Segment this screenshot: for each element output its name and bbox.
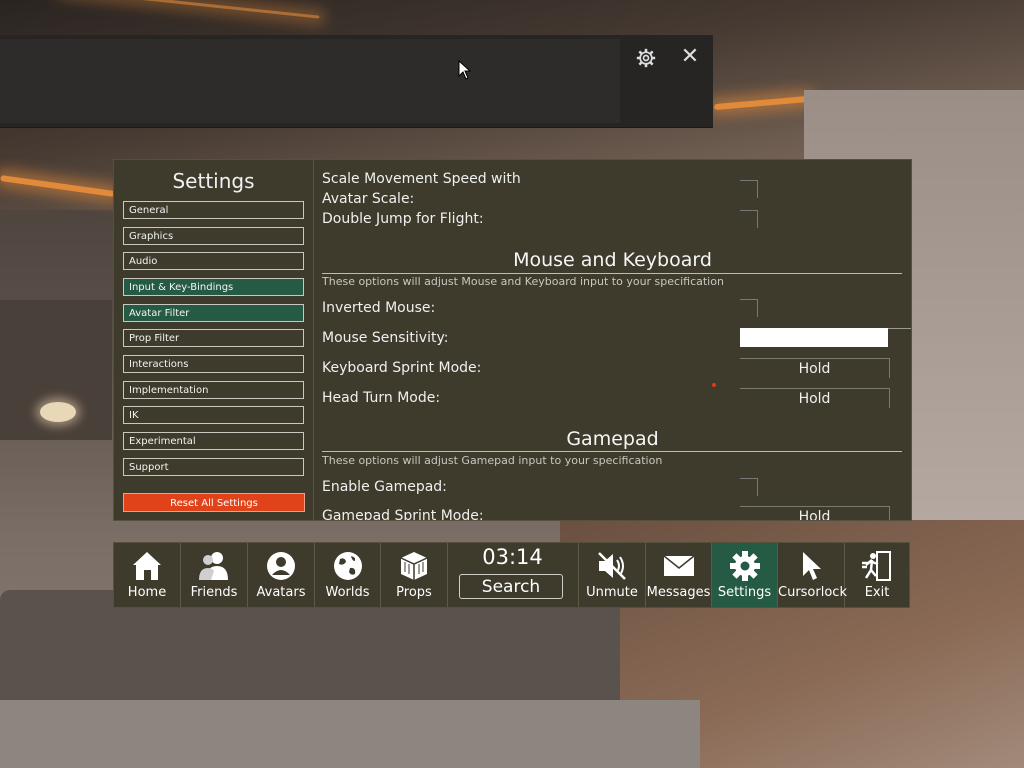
sidebar-item-prop-filter[interactable]: Prop Filter	[123, 329, 304, 347]
worlds-button[interactable]: Worlds	[315, 543, 381, 607]
envelope-icon	[663, 555, 694, 576]
enable-gamepad-checkbox[interactable]	[740, 478, 758, 496]
friends-button[interactable]: Friends	[181, 543, 248, 607]
settings-panel: Settings General Graphics Audio Input & …	[113, 159, 912, 521]
unmute-button[interactable]: Unmute	[579, 543, 646, 607]
scale-movement-label-2: Avatar Scale:	[322, 191, 415, 207]
section-divider	[322, 451, 902, 452]
section-divider	[322, 273, 902, 274]
avatar-icon	[267, 552, 295, 580]
messages-label: Messages	[646, 585, 711, 600]
exit-icon	[862, 551, 891, 581]
home-button[interactable]: Home	[114, 543, 181, 607]
sidebar-item-interactions[interactable]: Interactions	[123, 355, 304, 373]
sidebar-item-audio[interactable]: Audio	[123, 252, 304, 270]
gamepad-sprint-dropdown[interactable]: Hold	[740, 506, 890, 520]
cursorlock-button[interactable]: Cursorlock	[778, 543, 847, 607]
close-icon[interactable]: ✕	[680, 46, 700, 68]
settings-label: Settings	[717, 585, 772, 600]
head-turn-label: Head Turn Mode:	[322, 390, 441, 406]
gear-icon	[729, 551, 760, 581]
inverted-mouse-checkbox[interactable]	[740, 299, 758, 317]
mouse-keyboard-title: Mouse and Keyboard	[513, 249, 712, 271]
red-dot-marker	[712, 383, 716, 387]
gamepad-sprint-label: Gamepad Sprint Mode:	[322, 508, 484, 520]
friends-label: Friends	[190, 585, 238, 600]
sidebar-item-graphics[interactable]: Graphics	[123, 227, 304, 245]
sidebar-item-support[interactable]: Support	[123, 458, 304, 476]
sidebar-item-avatar-filter[interactable]: Avatar Filter	[123, 304, 304, 322]
top-window-bar	[0, 35, 713, 128]
unmute-label: Unmute	[586, 585, 638, 600]
sidebar-item-input[interactable]: Input & Key-Bindings	[123, 278, 304, 296]
home-icon	[133, 552, 161, 580]
sidebar-item-experimental[interactable]: Experimental	[123, 432, 304, 450]
settings-title: Settings	[172, 169, 255, 193]
room-lamp	[40, 402, 76, 422]
gear-icon[interactable]	[636, 48, 656, 68]
mouse-keyboard-description: These options will adjust Mouse and Keyb…	[322, 275, 724, 288]
scale-movement-label: Scale Movement Speed with	[322, 171, 521, 187]
keyboard-sprint-label: Keyboard Sprint Mode:	[322, 360, 482, 376]
sidebar-item-general[interactable]: General	[123, 201, 304, 219]
mouse-pointer-icon	[458, 60, 472, 80]
reset-all-button[interactable]: Reset All Settings	[123, 493, 305, 512]
head-turn-dropdown[interactable]: Hold	[740, 388, 890, 408]
gamepad-title: Gamepad	[566, 428, 659, 450]
avatars-label: Avatars	[256, 585, 306, 600]
room-rug	[0, 700, 700, 768]
cursor-icon	[803, 552, 821, 580]
search-button[interactable]: Search	[459, 574, 563, 599]
messages-button[interactable]: Messages	[646, 543, 712, 607]
scale-movement-checkbox[interactable]	[740, 180, 758, 198]
room-couch	[0, 590, 620, 710]
settings-button[interactable]: Settings	[712, 543, 778, 607]
worlds-label: Worlds	[325, 585, 370, 600]
friends-icon	[199, 552, 228, 580]
home-label: Home	[127, 585, 167, 600]
gamepad-description: These options will adjust Gamepad input …	[322, 454, 663, 467]
double-jump-checkbox[interactable]	[740, 210, 758, 228]
settings-content: Scale Movement Speed with Avatar Scale: …	[314, 160, 911, 520]
mouse-sensitivity-label: Mouse Sensitivity:	[322, 330, 449, 346]
clock-display: 03:14	[482, 545, 543, 569]
settings-sidebar: Settings General Graphics Audio Input & …	[114, 160, 314, 520]
cube-icon	[400, 552, 428, 580]
enable-gamepad-label: Enable Gamepad:	[322, 479, 447, 495]
keyboard-sprint-dropdown[interactable]: Hold	[740, 358, 890, 378]
inverted-mouse-label: Inverted Mouse:	[322, 300, 436, 316]
muted-speaker-icon	[598, 552, 626, 580]
exit-label: Exit	[864, 585, 890, 600]
cursorlock-label: Cursorlock	[778, 585, 847, 600]
double-jump-label: Double Jump for Flight:	[322, 211, 484, 227]
exit-button[interactable]: Exit	[845, 543, 909, 607]
top-window-content	[0, 39, 620, 123]
sidebar-item-ik[interactable]: IK	[123, 406, 304, 424]
globe-icon	[333, 552, 362, 580]
sidebar-item-implementation[interactable]: Implementation	[123, 381, 304, 399]
props-button[interactable]: Props	[381, 543, 448, 607]
props-label: Props	[396, 585, 432, 600]
avatars-button[interactable]: Avatars	[248, 543, 315, 607]
sensitivity-slider-fill[interactable]	[740, 328, 888, 347]
